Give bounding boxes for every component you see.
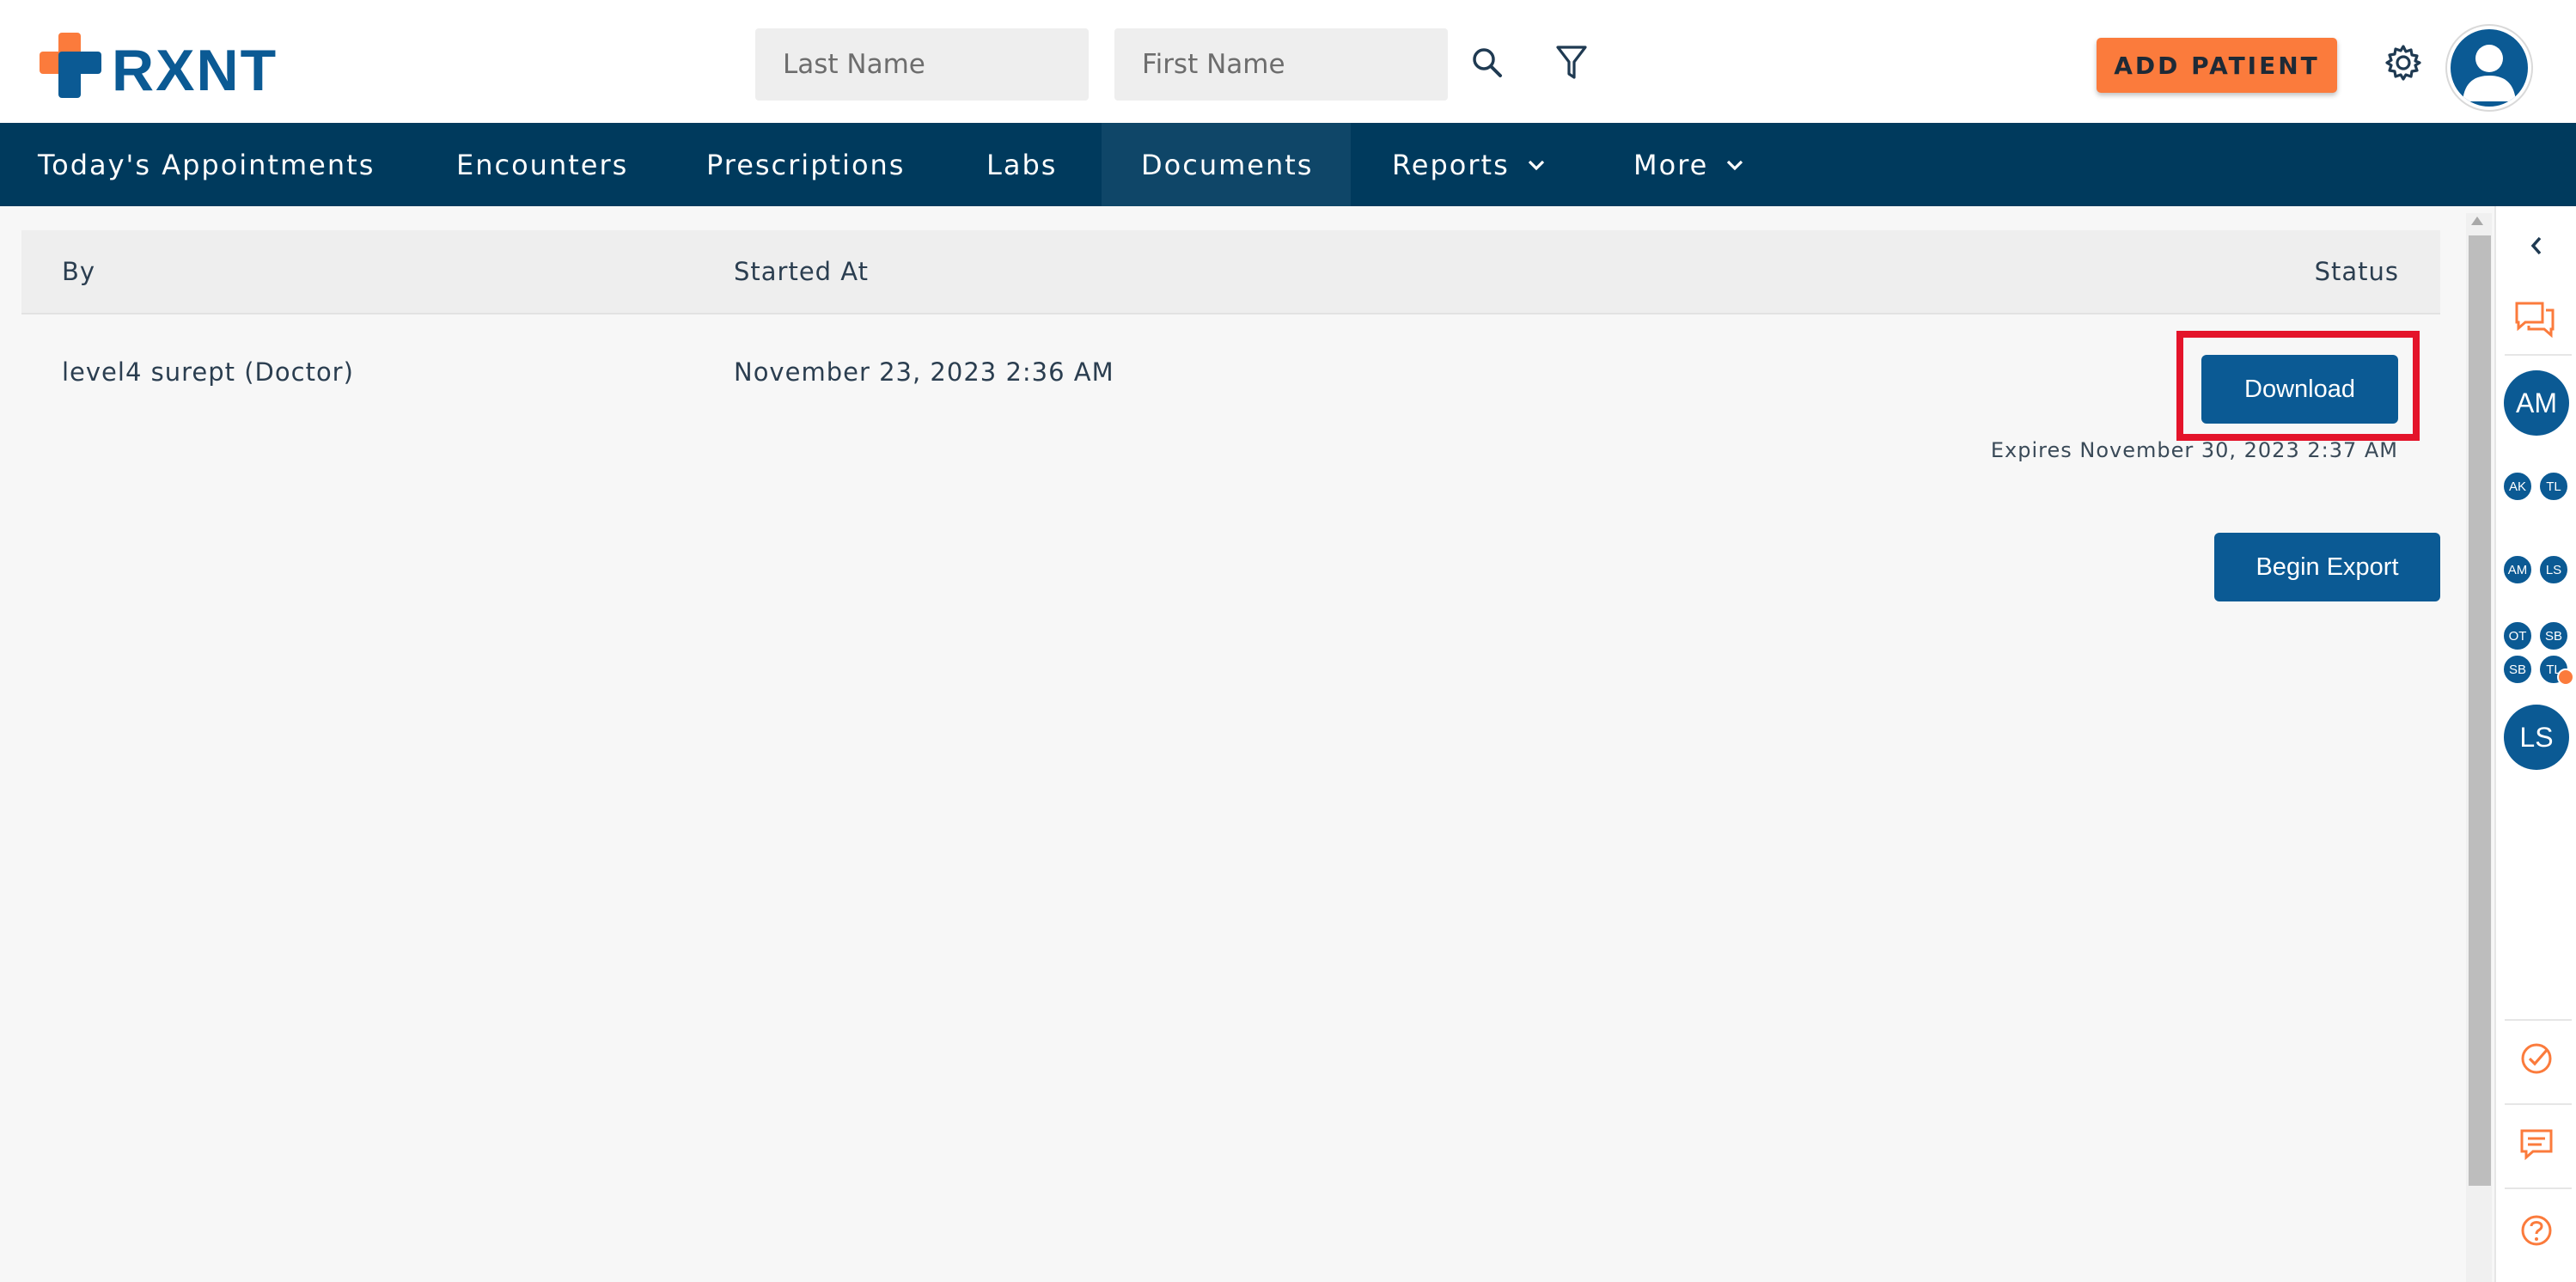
avatar-bubble[interactable]: AM [2502,554,2533,585]
nav-label: Encounters [456,148,629,181]
rail-divider [2505,354,2572,356]
avatar-bubble[interactable]: AM [2504,370,2569,436]
chevron-down-icon [1528,160,1544,170]
download-button[interactable]: Download [2201,355,2398,424]
user-avatar-icon[interactable] [2447,26,2531,110]
chat-bubbles-icon[interactable] [2509,297,2561,342]
avatar-bubble[interactable]: TL [2538,471,2569,502]
chevron-down-icon [1727,160,1743,170]
nav-encounters[interactable]: Encounters [456,123,628,206]
avatar-bubble[interactable]: OT [2502,620,2533,651]
app-header: RXNT ADD PATIENT [0,0,2576,123]
expires-text: Expires November 30, 2023 2:37 AM [1990,438,2398,462]
nav-label: Documents [1141,148,1314,181]
notification-dot [2557,668,2574,686]
nav-todays-appointments[interactable]: Today's Appointments [38,123,375,206]
scroll-up-arrow[interactable] [2471,217,2483,225]
nav-more[interactable]: More [1633,123,1744,206]
nav-labs[interactable]: Labs [986,123,1057,206]
first-name-input[interactable] [1114,28,1448,101]
chevron-left-icon[interactable] [2521,230,2552,261]
logo-text: RXNT [112,38,278,103]
row-by: level4 surept (Doctor) [62,357,354,387]
search-icon[interactable] [1466,41,1509,84]
nav-label: Today's Appointments [38,148,375,181]
row-started-at: November 23, 2023 2:36 AM [734,357,1114,387]
column-header-status[interactable]: Status [2315,230,2399,313]
filter-icon[interactable] [1550,41,1593,84]
avatar-bubble[interactable]: AK [2502,471,2533,502]
scrollbar-thumb[interactable] [2469,235,2491,1186]
column-header-started-at[interactable]: Started At [734,230,869,313]
check-circle-icon[interactable] [2518,1040,2555,1077]
add-patient-button[interactable]: ADD PATIENT [2097,38,2337,93]
nav-label: Reports [1392,148,1510,181]
nav-label: Prescriptions [706,148,906,181]
avatar-bubble[interactable]: LS [2504,705,2569,770]
gear-icon[interactable] [2382,41,2425,84]
logo-cross-icon [40,33,101,98]
nav-label: More [1633,148,1709,181]
nav-label: Labs [986,148,1058,181]
main-nav: Today's Appointments Encounters Prescrip… [0,123,2576,206]
nav-prescriptions[interactable]: Prescriptions [706,123,905,206]
export-content: By Started At Status level4 surept (Doct… [0,206,2463,1282]
table-header: By Started At Status [21,230,2440,314]
column-header-by[interactable]: By [62,230,95,313]
nav-documents[interactable]: Documents [1102,123,1351,206]
rail-divider [2505,1103,2572,1105]
help-icon[interactable] [2518,1212,2555,1249]
last-name-input[interactable] [755,28,1089,101]
nav-reports[interactable]: Reports [1392,123,1546,206]
message-icon[interactable] [2518,1126,2555,1163]
rxnt-logo[interactable]: RXNT [40,33,280,103]
rail-divider [2505,1187,2572,1189]
rail-divider [2505,1019,2572,1021]
begin-export-button[interactable]: Begin Export [2214,533,2440,601]
avatar-bubble[interactable]: SB [2502,654,2533,685]
avatar-bubble[interactable]: SB [2538,620,2569,651]
avatar-bubble[interactable]: LS [2538,554,2569,585]
